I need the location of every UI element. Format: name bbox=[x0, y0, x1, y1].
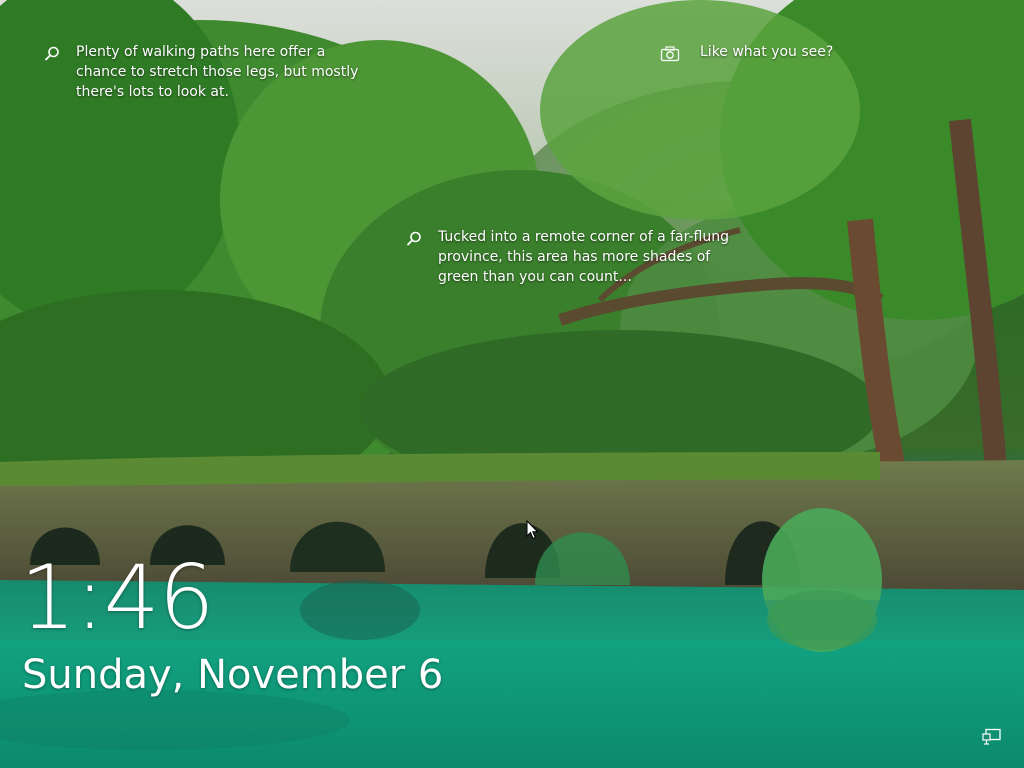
spotlight-hotspot-1[interactable]: Plenty of walking paths here offer a cha… bbox=[38, 40, 368, 102]
like-what-you-see-button[interactable]: Like what you see? bbox=[656, 40, 833, 68]
search-icon[interactable] bbox=[400, 225, 428, 253]
like-what-you-see-label: Like what you see? bbox=[700, 44, 834, 60]
lock-screen[interactable]: Plenty of walking paths here offer a cha… bbox=[0, 0, 1024, 768]
spotlight-hotspot-1-text: Plenty of walking paths here offer a cha… bbox=[76, 44, 359, 100]
lock-screen-time: 1:46 bbox=[20, 546, 215, 649]
spotlight-hotspot-2[interactable]: Tucked into a remote corner of a far-flu… bbox=[400, 225, 730, 287]
lock-screen-date: Sunday, November 6 bbox=[22, 652, 444, 698]
network-icon[interactable] bbox=[982, 728, 1002, 746]
search-icon[interactable] bbox=[38, 40, 66, 68]
camera-icon[interactable] bbox=[656, 40, 684, 68]
spotlight-hotspot-2-text: Tucked into a remote corner of a far-flu… bbox=[438, 229, 729, 285]
